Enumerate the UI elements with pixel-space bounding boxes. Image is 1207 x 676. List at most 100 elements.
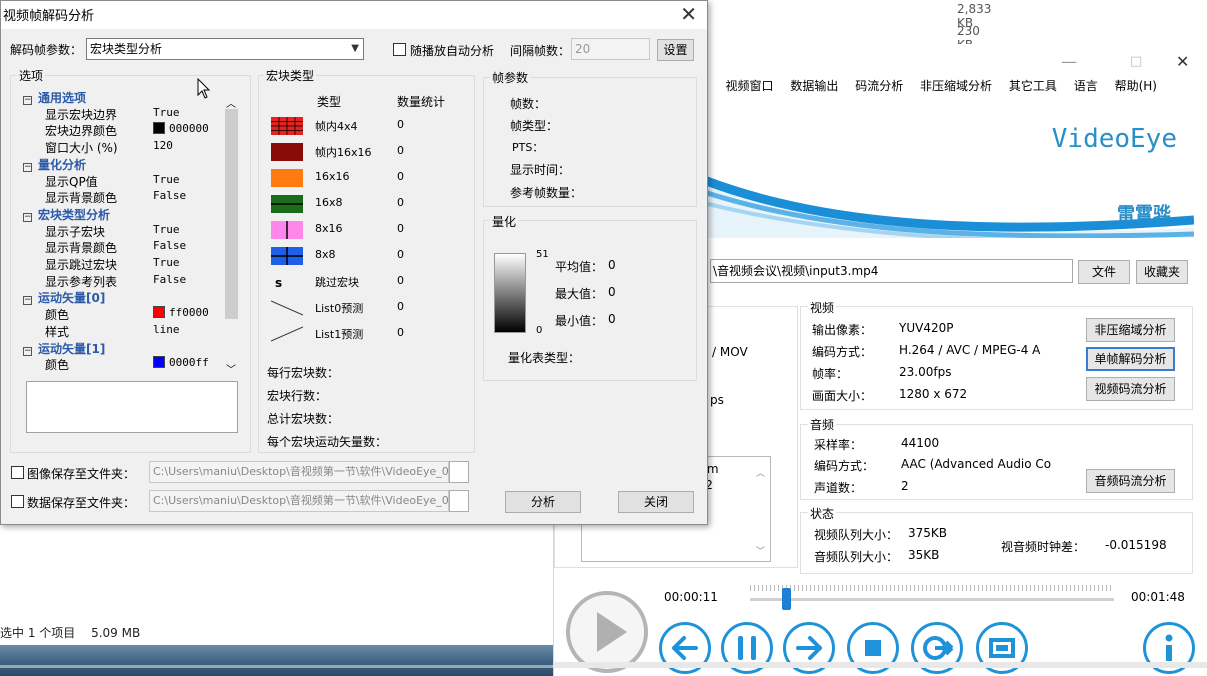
- tree-option-value[interactable]: False: [153, 239, 186, 252]
- tree-option[interactable]: 显示背景颜色 False: [23, 239, 186, 255]
- mb-rows-label: 宏块行数：: [267, 389, 328, 403]
- tree-option-value-text: 120: [153, 139, 173, 153]
- seek-bar[interactable]: [750, 598, 1114, 601]
- open-file-button[interactable]: 文件: [1078, 260, 1130, 284]
- tree-option[interactable]: 显示子宏块 True: [23, 223, 180, 239]
- tree-option-value[interactable]: ff0000: [153, 306, 209, 319]
- qp-min-tick: 0: [536, 325, 543, 336]
- tree-option[interactable]: 样式 line: [23, 323, 180, 339]
- browse-data-folder-button[interactable]: [449, 490, 469, 512]
- tree-option-value-text: True: [153, 222, 180, 236]
- tree-option-value-text: True: [153, 105, 180, 119]
- collapse-icon[interactable]: −: [23, 296, 32, 306]
- menu-item-other-tools[interactable]: 其它工具: [1009, 77, 1057, 94]
- tree-option-value-text: False: [153, 239, 187, 253]
- av-clock-diff-value: -0.015198: [1105, 538, 1167, 552]
- pixel-format-value: YUV420P: [899, 321, 954, 335]
- tree-option-value[interactable]: True: [153, 106, 180, 119]
- menu-bar: ) 视频窗口 数据输出 码流分析 非压缩域分析 其它工具 语言 帮助(H): [704, 77, 1207, 99]
- frame-decode-dialog: 视频帧解码分析 ✕ 解码帧参数： 宏块类型分析 ▼ 随播放自动分析 间隔帧数： …: [0, 0, 708, 525]
- tree-option[interactable]: 显示背景颜色 False: [23, 189, 186, 205]
- audio-stream-analysis-button[interactable]: 音频码流分析: [1086, 469, 1175, 493]
- file-path-input[interactable]: \音视频会议\视频\input3.mp4: [710, 259, 1073, 283]
- audio-queue-value: 35KB: [908, 548, 940, 562]
- tree-category[interactable]: − 通用选项: [23, 89, 86, 105]
- close-button[interactable]: ✕: [1176, 52, 1189, 71]
- close-icon[interactable]: ✕: [680, 2, 697, 26]
- analyze-button[interactable]: 分析: [505, 491, 581, 513]
- maximize-button[interactable]: □: [1130, 54, 1142, 69]
- tree-category-label: 运动矢量[0]: [38, 291, 106, 306]
- save-image-checkbox[interactable]: [11, 466, 24, 479]
- tree-option-value[interactable]: False: [153, 273, 186, 286]
- tree-option[interactable]: 显示宏块边界 True: [23, 106, 180, 122]
- tree-option-value-text: 000000: [169, 122, 209, 136]
- uncompressed-analysis-button[interactable]: 非压缩域分析: [1086, 318, 1175, 342]
- macroblock-type-name: 跳过宏块: [315, 276, 359, 289]
- tree-category[interactable]: − 量化分析: [23, 156, 86, 172]
- macroblock-type-count: 0: [397, 222, 404, 235]
- tree-option[interactable]: 窗口大小 (%) 120: [23, 139, 173, 155]
- collapse-icon[interactable]: −: [23, 162, 32, 172]
- seek-ticks: [750, 585, 1114, 591]
- macroblock-type-name: 帧内16x16: [315, 146, 372, 159]
- menu-item-help[interactable]: 帮助(H): [1115, 77, 1157, 94]
- tree-option-value[interactable]: 0000ff: [153, 356, 209, 369]
- save-image-path[interactable]: C:\Users\maniu\Desktop\音视频第一节\软件\VideoEy…: [149, 461, 449, 483]
- tree-option[interactable]: 颜色 ff0000: [23, 306, 209, 322]
- macroblock-line-up-icon: [271, 326, 303, 342]
- menu-item-stream-analysis[interactable]: 码流分析: [855, 77, 903, 94]
- menu-item-uncompressed-analysis[interactable]: 非压缩域分析: [920, 77, 992, 94]
- chevron-down-icon[interactable]: ﹀: [756, 544, 765, 557]
- auto-analyze-checkbox[interactable]: [393, 43, 406, 56]
- tree-option[interactable]: 显示跳过宏块 True: [23, 256, 180, 272]
- tree-option[interactable]: 宏块边界颜色 000000: [23, 122, 209, 138]
- option-description-box: [26, 381, 238, 433]
- tree-category[interactable]: − 宏块类型分析: [23, 206, 110, 222]
- macroblock-solid-icon: [271, 169, 303, 187]
- collapse-icon[interactable]: −: [23, 96, 32, 105]
- tree-scroll-thumb[interactable]: [225, 109, 238, 319]
- chevron-down-icon[interactable]: ﹀: [226, 361, 236, 376]
- tree-option[interactable]: 显示QP值 True: [23, 173, 180, 189]
- set-button[interactable]: 设置: [657, 39, 694, 61]
- play-icon[interactable]: [566, 591, 648, 673]
- tree-option-value[interactable]: True: [153, 256, 180, 269]
- menu-item-video-window[interactable]: 视频窗口: [726, 77, 774, 94]
- mouse-cursor-icon: [197, 78, 211, 99]
- tree-option[interactable]: 颜色 0000ff: [23, 356, 209, 372]
- color-swatch: [153, 122, 165, 135]
- decode-param-select[interactable]: 宏块类型分析 ▼: [86, 38, 364, 60]
- save-data-checkbox[interactable]: [11, 495, 24, 508]
- tree-option-value[interactable]: 000000: [153, 122, 209, 135]
- frame-size-value: 1280 x 672: [899, 387, 968, 401]
- tree-category[interactable]: − 运动矢量[0]: [23, 289, 106, 306]
- tree-option[interactable]: 显示参考列表 False: [23, 273, 186, 289]
- collapse-icon[interactable]: −: [23, 212, 32, 222]
- menu-item-language[interactable]: 语言: [1074, 77, 1098, 94]
- interval-input[interactable]: 20: [571, 38, 650, 60]
- collapse-icon[interactable]: −: [23, 346, 32, 356]
- favorites-button[interactable]: 收藏夹: [1136, 260, 1188, 284]
- chevron-down-icon: ▼: [351, 43, 359, 54]
- close-button[interactable]: 关闭: [618, 491, 694, 513]
- macroblock-type-row: List0预测 0: [271, 297, 461, 319]
- save-data-path[interactable]: C:\Users\maniu\Desktop\音视频第一节\软件\VideoEy…: [149, 490, 449, 512]
- chevron-up-icon[interactable]: ︿: [226, 95, 236, 110]
- tree-option-value-text: False: [153, 189, 187, 203]
- tree-option-value[interactable]: True: [153, 223, 180, 236]
- tree-option-value[interactable]: False: [153, 189, 186, 202]
- video-stream-analysis-button[interactable]: 视频码流分析: [1086, 377, 1175, 401]
- qp-min-value: 0: [608, 312, 616, 326]
- tree-category[interactable]: − 运动矢量[1]: [23, 340, 105, 356]
- browse-image-folder-button[interactable]: [449, 461, 469, 483]
- tree-option-value[interactable]: True: [153, 173, 180, 186]
- chevron-up-icon[interactable]: ︿: [756, 466, 765, 479]
- single-frame-decode-button[interactable]: 单帧解码分析: [1086, 347, 1175, 371]
- seek-thumb[interactable]: [782, 588, 792, 610]
- frame-type-label: 帧类型：: [510, 119, 559, 133]
- tree-option-value[interactable]: 120: [153, 139, 173, 152]
- tree-option-value[interactable]: line: [153, 323, 180, 336]
- minimize-button[interactable]: —: [1061, 52, 1077, 71]
- menu-item-data-output[interactable]: 数据输出: [790, 77, 838, 94]
